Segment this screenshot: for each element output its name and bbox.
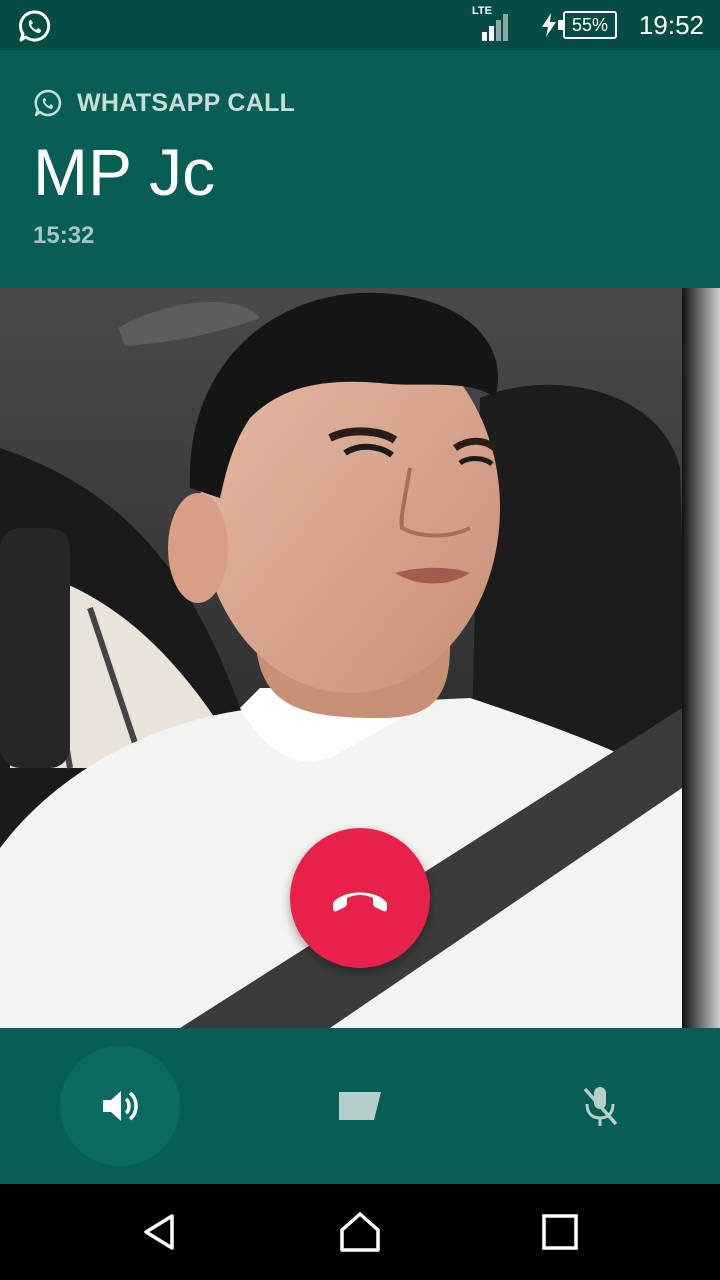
call-header: WHATSAPP CALL MP Jc 15:32 [0, 50, 720, 288]
status-bar: LTE 55% 19:52 [0, 0, 720, 50]
call-type-text: WHATSAPP CALL [77, 88, 296, 117]
recents-icon[interactable] [538, 1210, 582, 1254]
call-type-label: WHATSAPP CALL [33, 88, 295, 118]
contact-name: MP Jc [33, 135, 216, 209]
video-toggle-button[interactable] [300, 1046, 420, 1166]
charging-icon [542, 13, 556, 37]
mic-off-icon [583, 1087, 618, 1126]
speaker-button[interactable] [60, 1046, 180, 1166]
whatsapp-icon [19, 10, 51, 42]
home-icon[interactable] [338, 1210, 382, 1254]
signal-icon [482, 14, 508, 41]
whatsapp-icon [34, 89, 62, 117]
clock: 19:52 [638, 10, 704, 40]
remote-video-feed [0, 288, 720, 1028]
call-duration: 15:32 [33, 222, 95, 249]
call-controls [0, 1028, 720, 1184]
mute-button[interactable] [540, 1046, 660, 1166]
speaker-icon [103, 1091, 138, 1121]
end-call-icon [333, 892, 387, 912]
video-camera-icon [339, 1092, 381, 1120]
navigation-bar [0, 1184, 720, 1280]
back-icon[interactable] [138, 1210, 182, 1254]
battery-indicator: 55% [558, 11, 617, 39]
end-call-button[interactable] [290, 828, 430, 968]
